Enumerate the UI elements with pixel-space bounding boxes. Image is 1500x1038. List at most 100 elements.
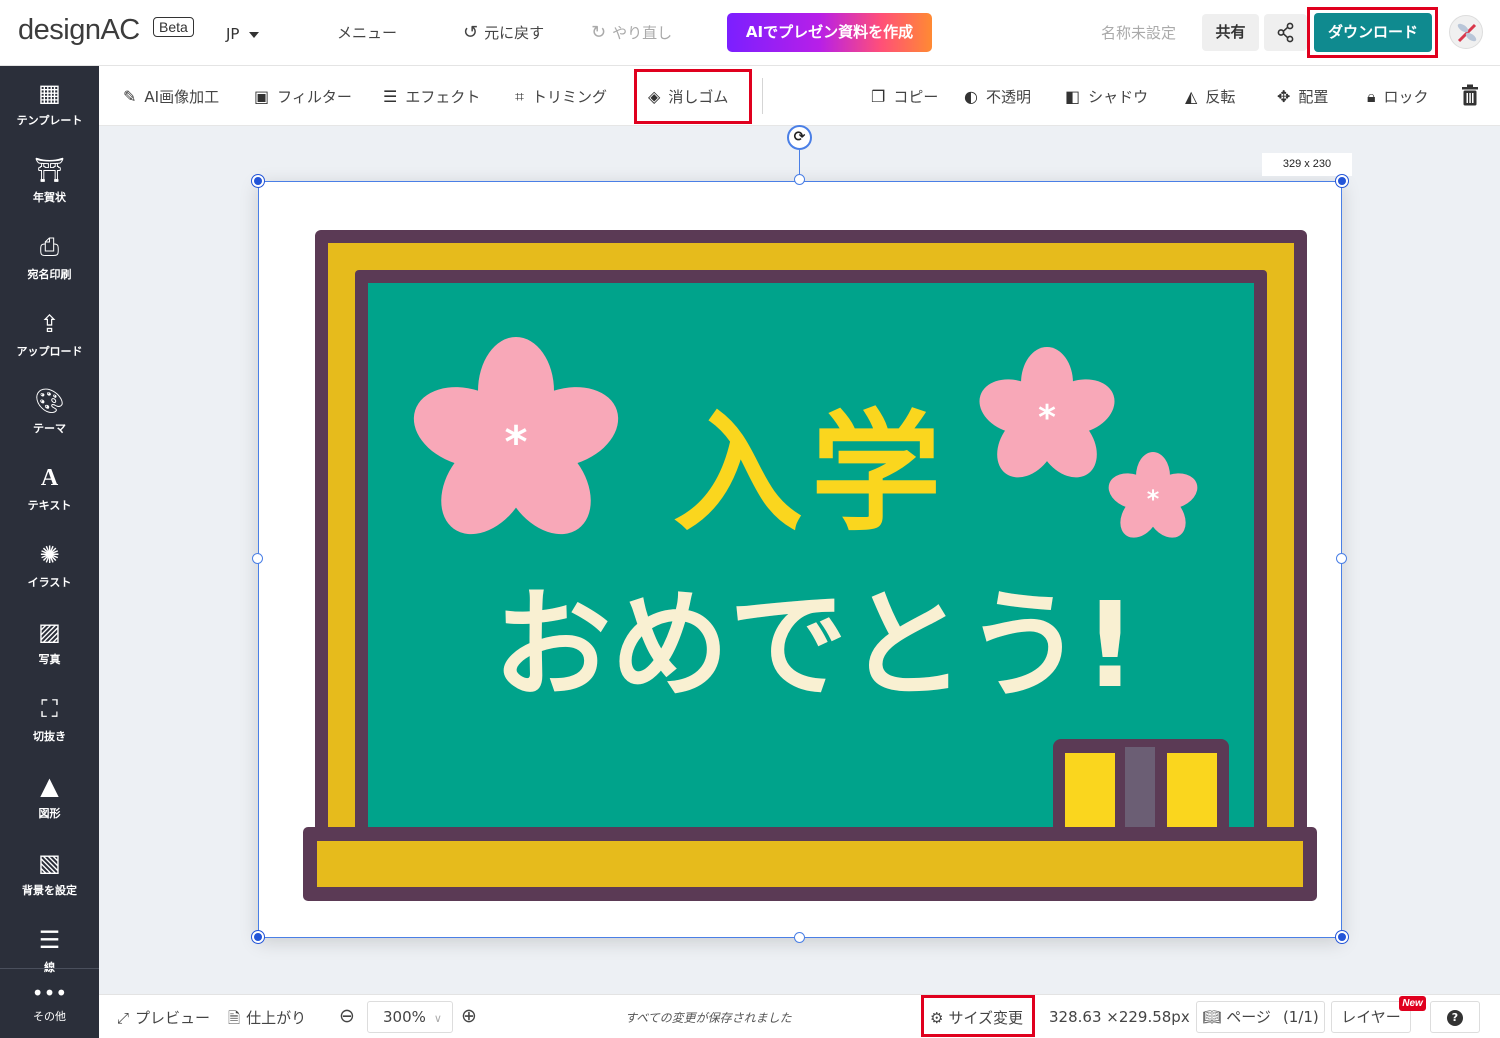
new-badge: New — [1399, 996, 1426, 1011]
zoom-select[interactable]: 300% ∨ — [367, 1001, 453, 1033]
resize-handle-top-left[interactable] — [252, 175, 264, 187]
sidebar-item-address-print[interactable]: ⎙ 宛名印刷 — [0, 232, 99, 282]
sidebar-item-text[interactable]: A テキスト — [0, 463, 99, 513]
finish-label: 仕上がり — [246, 1009, 307, 1027]
trim-button[interactable]: ⌗ トリミング — [515, 86, 607, 107]
effect-button[interactable]: ☰ エフェクト — [383, 86, 480, 107]
resize-handle-right[interactable] — [1336, 553, 1347, 564]
filter-button[interactable]: ▣ フィルター — [254, 86, 352, 107]
new-year-card-icon: ⛩ — [34, 156, 65, 184]
sidebar-item-theme[interactable]: 🎨︎ テーマ — [0, 386, 99, 436]
preview-button[interactable]: ⤢ プレビュー — [117, 1007, 210, 1028]
download-button[interactable]: ダウンロード — [1314, 13, 1432, 52]
rotate-icon: ⟳ — [793, 129, 806, 145]
illustration-icon: ✺ — [39, 541, 60, 569]
sidebar-item-background[interactable]: ▧ 背景を設定 — [0, 848, 99, 898]
sidebar-item-upload[interactable]: ⇪ アップロード — [0, 309, 99, 359]
sidebar-item-label: 背景を設定 — [22, 884, 77, 897]
page-button[interactable]: 📖︎ ページ (1/1) — [1196, 1001, 1325, 1033]
language-select[interactable]: JP — [226, 25, 260, 43]
zoom-out-button[interactable]: ⊖ — [339, 1005, 355, 1027]
flip-icon: ◭ — [1185, 87, 1198, 106]
resize-handle-top[interactable] — [794, 174, 805, 185]
sidebar-item-label: 線 — [0, 959, 99, 975]
chevron-down-icon — [249, 31, 260, 38]
resize-handle-bottom-right[interactable] — [1336, 931, 1348, 943]
palette-icon: 🎨︎ — [34, 387, 65, 415]
zoom-in-button[interactable]: ⊕ — [461, 1005, 477, 1027]
sidebar-item-crop-frame[interactable]: ⛶ 切抜き — [0, 694, 99, 744]
crop-frame-icon: ⛶ — [41, 695, 58, 723]
flip-button[interactable]: ◭ 反転 — [1185, 86, 1235, 107]
sidebar-item-new-year-card[interactable]: ⛩ 年賀状 — [0, 155, 99, 205]
lock-button[interactable]: 🔒︎ ロック — [1367, 86, 1429, 107]
avatar[interactable] — [1449, 15, 1483, 49]
ai-edit-button[interactable]: ✎ AI画像加工 — [123, 86, 219, 107]
shadow-label: シャドウ — [1088, 88, 1149, 106]
logo[interactable]: designAC — [18, 14, 140, 47]
expand-icon: ⤢ — [117, 1009, 130, 1027]
book-icon: 📖︎ — [1202, 1008, 1222, 1026]
sidebar-item-label: 宛名印刷 — [27, 268, 72, 281]
lock-label: ロック — [1383, 88, 1429, 106]
opacity-icon: ◐ — [964, 87, 978, 106]
effect-label: エフェクト — [405, 88, 481, 106]
sidebar-item-label: 写真 — [38, 653, 61, 666]
opacity-button[interactable]: ◐ 不透明 — [964, 86, 1031, 107]
more-icon: ••• — [31, 981, 68, 1005]
shadow-button[interactable]: ◧ シャドウ — [1065, 86, 1148, 107]
filter-label: フィルター — [277, 88, 352, 106]
zoom-in-icon: ⊕ — [461, 1005, 477, 1027]
eraser-icon: ◈ — [648, 87, 661, 106]
photo-icon: ▨ — [38, 618, 61, 646]
flip-label: 反転 — [1205, 88, 1236, 106]
arrange-button[interactable]: ✥ 配置 — [1277, 86, 1328, 107]
resize-handle-left[interactable] — [252, 553, 263, 564]
magic-wand-icon: ✎ — [123, 87, 137, 106]
template-icon: ▦ — [38, 79, 61, 107]
resize-handle-bottom-left[interactable] — [252, 931, 264, 943]
undo-button[interactable]: ↺ 元に戻す — [463, 22, 544, 43]
gear-icon: ⚙ — [930, 1009, 944, 1027]
shapes-icon: ▲ — [40, 772, 59, 800]
resize-button[interactable]: ⚙ サイズ変更 — [930, 1007, 1023, 1028]
document-search-icon: 🗎︎ — [228, 1009, 241, 1027]
help-button[interactable]: ? — [1430, 1001, 1480, 1033]
share-link-button[interactable] — [1264, 14, 1307, 51]
copy-icon: ❐ — [871, 87, 886, 106]
share-button[interactable]: 共有 — [1202, 14, 1259, 51]
page-label: ページ — [1226, 1008, 1271, 1026]
size-tag: 329 x 230 — [1262, 153, 1352, 176]
move-icon: ✥ — [1277, 87, 1291, 106]
sidebar-item-more[interactable]: ••• その他 — [0, 980, 99, 1024]
copy-button[interactable]: ❐ コピー — [871, 86, 938, 107]
finish-preview-button[interactable]: 🗎︎ 仕上がり — [228, 1007, 306, 1033]
document-name[interactable]: 名称未設定 — [1101, 22, 1176, 43]
eraser-label: 消しゴム — [668, 88, 729, 106]
trash-icon — [1462, 84, 1478, 106]
delete-button[interactable] — [1461, 84, 1479, 110]
opacity-label: 不透明 — [985, 88, 1031, 106]
zoom-out-icon: ⊖ — [339, 1005, 355, 1027]
chevron-down-icon: ∨ — [433, 1012, 442, 1025]
resize-handle-bottom[interactable] — [794, 932, 805, 943]
sidebar-item-label: アップロード — [16, 345, 83, 358]
page-count: (1/1) — [1282, 1008, 1319, 1026]
sidebar-item-template[interactable]: ▦ テンプレート — [0, 78, 99, 128]
sidebar-item-label: テキスト — [27, 499, 72, 512]
redo-button[interactable]: ↻ やり直し — [591, 22, 672, 43]
sidebar-item-shapes[interactable]: ▲ 図形 — [0, 771, 99, 821]
toolbar-divider — [762, 78, 763, 114]
copy-label: コピー — [893, 88, 939, 106]
left-sidebar: ▦ テンプレート ⛩ 年賀状 ⎙ 宛名印刷 ⇪ アップロード 🎨︎ テーマ A テキスト ✺… — [0, 66, 99, 1038]
sidebar-item-illustration[interactable]: ✺ イラスト — [0, 540, 99, 590]
rotate-handle[interactable]: ⟳ — [787, 125, 812, 150]
resize-handle-top-right[interactable] — [1336, 175, 1348, 187]
language-label: JP — [226, 25, 240, 43]
eraser-button[interactable]: ◈ 消しゴム — [648, 86, 728, 107]
sidebar-item-label: その他 — [33, 1010, 66, 1023]
save-status: すべての変更が保存されました — [625, 1011, 792, 1025]
menu-button[interactable]: メニュー — [337, 22, 397, 43]
sidebar-item-photo[interactable]: ▨ 写真 — [0, 617, 99, 667]
ai-presentation-button[interactable]: AIでプレゼン資料を作成 — [727, 13, 932, 52]
